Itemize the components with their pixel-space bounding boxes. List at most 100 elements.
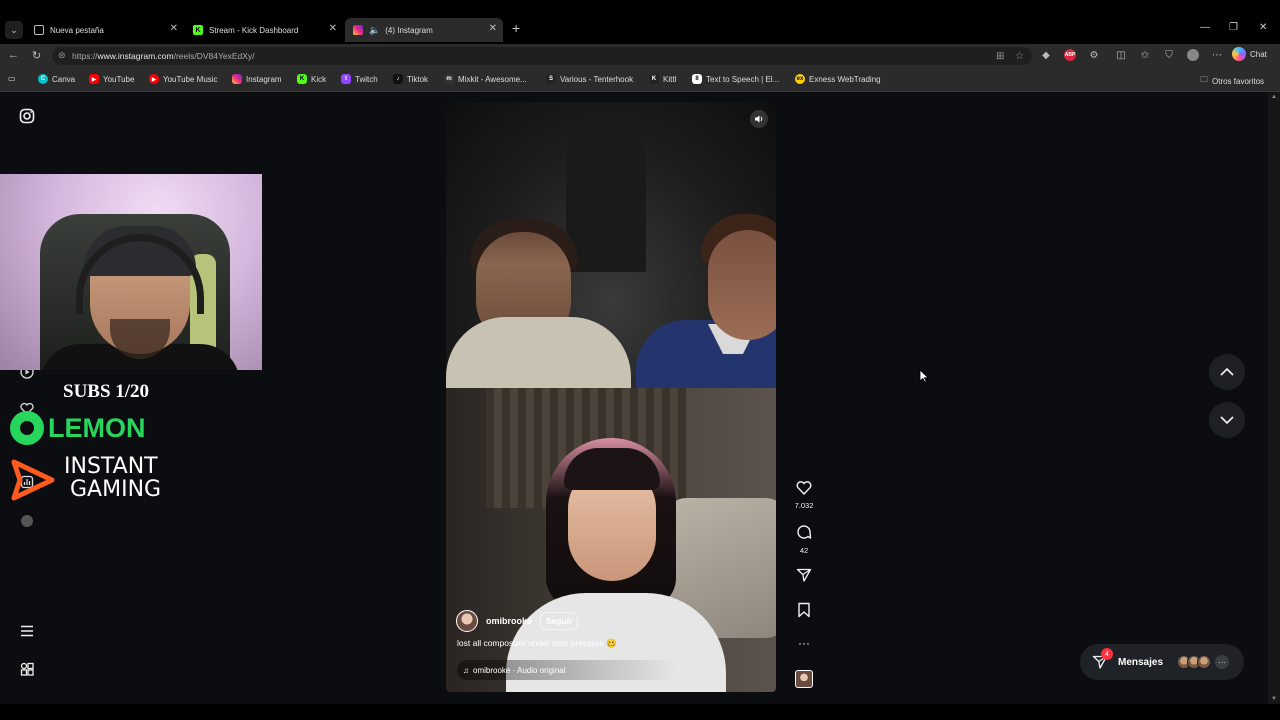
adblock-plus-icon[interactable]: ABP <box>1064 49 1076 61</box>
chevron-down-icon <box>1220 416 1234 424</box>
split-screen-icon[interactable]: ◫ <box>1115 49 1127 61</box>
messenger-icon: 4 <box>1092 648 1113 670</box>
restore-icon[interactable]: ❐ <box>1229 22 1238 33</box>
author-avatar[interactable] <box>456 610 478 632</box>
minimize-icon[interactable]: — <box>1200 22 1210 33</box>
mouse-cursor-icon <box>919 369 929 388</box>
bookmark-canva[interactable]: C Canva <box>38 74 75 84</box>
extension-diamond-icon[interactable]: ◆ <box>1040 49 1052 61</box>
chat-label: Chat <box>1250 49 1267 59</box>
profile-avatar[interactable] <box>1187 49 1199 61</box>
instagram-icon <box>353 25 363 35</box>
other-favorites[interactable]: 🗀 Otros favoritos <box>1200 74 1264 88</box>
messages-button[interactable]: 4 Mensajes ··· <box>1080 644 1244 680</box>
save-button[interactable] <box>790 602 818 623</box>
more-menu-icon[interactable] <box>18 622 36 640</box>
copilot-chat-button[interactable]: Chat <box>1232 47 1267 61</box>
settings-more-icon[interactable]: ⋯ <box>1211 49 1223 61</box>
reload-icon[interactable]: ↻ <box>32 49 41 62</box>
bookmark-youtube[interactable]: ▶ YouTube <box>89 74 134 84</box>
volume-icon[interactable] <box>750 110 768 128</box>
webcam-overlay <box>0 174 262 370</box>
close-tab-icon[interactable]: ✕ <box>170 23 178 34</box>
scroll-up-icon[interactable]: ▲ <box>1271 94 1277 100</box>
canva-icon: C <box>38 74 48 84</box>
like-button[interactable]: 7.032 <box>790 481 818 510</box>
bookmark-kick[interactable]: K Kick <box>297 74 326 84</box>
mixkit-icon: m <box>444 74 454 84</box>
tab-actions-icon[interactable]: ▭ <box>8 74 16 83</box>
elevenlabs-icon: II <box>692 74 702 84</box>
messages-label: Mensajes <box>1118 656 1164 668</box>
next-reel-button[interactable] <box>1209 402 1245 438</box>
more-options-icon[interactable]: ··· <box>790 636 818 650</box>
comment-icon <box>797 525 812 539</box>
favorite-star-icon[interactable]: ☆ <box>1015 51 1024 62</box>
bookmark-exness[interactable]: ex Exness WebTrading <box>795 74 881 84</box>
comment-button[interactable]: 42 <box>790 524 818 555</box>
kick-icon: K <box>297 74 307 84</box>
close-window-icon[interactable]: ✕ <box>1259 22 1267 33</box>
close-tab-icon[interactable]: ✕ <box>489 23 497 34</box>
reel-top-clip <box>446 102 776 400</box>
profile-nav-avatar[interactable] <box>18 512 36 530</box>
instant-gaming-text: INSTANT GAMING <box>64 454 162 502</box>
also-from-meta-icon[interactable] <box>18 660 36 678</box>
app-available-icon[interactable]: ⊞ <box>996 51 1004 62</box>
bookmark-tiktok[interactable]: ♪ Tiktok <box>393 74 428 84</box>
bookmark-twitch[interactable]: t Twitch <box>341 74 378 84</box>
bookmark-mixkit[interactable]: m Mixkit - Awesome... <box>444 74 527 84</box>
instagram-icon <box>232 74 242 84</box>
youtube-music-icon: ▶ <box>149 74 159 84</box>
bookmark-kittl[interactable]: K Kittl <box>649 74 676 84</box>
follow-button[interactable]: Seguir <box>540 612 579 630</box>
back-icon[interactable]: ← <box>8 49 19 61</box>
tab-title: (4) Instagram <box>385 25 433 35</box>
copilot-icon <box>1232 47 1246 61</box>
reel-video[interactable]: omibrooke Seguir lost all composure unde… <box>446 102 776 692</box>
tab-search-button[interactable]: ⌄ <box>5 21 23 39</box>
previous-reel-button[interactable] <box>1209 354 1245 390</box>
reel-audio-link[interactable]: ♫ omibrooke · Audio original <box>457 660 677 680</box>
taskbar-strip <box>0 704 1280 720</box>
tab-new-tab[interactable]: Nueva pestaña ✕ <box>26 18 184 42</box>
twitch-icon: t <box>341 74 351 84</box>
favorites-icon[interactable]: ✩ <box>1139 49 1151 61</box>
exness-icon: ex <box>795 74 805 84</box>
bookmark-instagram[interactable]: Instagram <box>232 74 282 84</box>
address-bar[interactable]: ⊜ https://www.instagram.com/reels/DV84Ye… <box>52 47 1032 65</box>
music-note-icon: ♫ <box>463 665 469 675</box>
like-count: 7.032 <box>794 501 814 510</box>
instagram-logo-icon[interactable] <box>18 107 36 125</box>
send-icon <box>796 568 812 582</box>
site-info-icon[interactable]: ⊜ <box>58 50 66 61</box>
tab-audio-icon[interactable]: 🔈 <box>369 25 380 36</box>
reel-caption[interactable]: lost all composure under zero pressure 🥴 <box>457 638 617 649</box>
new-tab-icon <box>34 25 44 35</box>
kick-icon: K <box>193 25 203 35</box>
bookmark-text-to-speech[interactable]: II Text to Speech | El... <box>692 74 779 84</box>
author-username[interactable]: omibrooke <box>486 616 532 626</box>
bookmark-tenterhook[interactable]: S Various - Tenterhook <box>546 74 633 84</box>
tenterhook-icon: S <box>546 74 556 84</box>
bookmark-youtube-music[interactable]: ▶ YouTube Music <box>149 74 218 84</box>
audio-label: omibrooke · Audio original <box>473 665 566 675</box>
heart-icon <box>796 481 812 496</box>
page-scrollbar[interactable]: ▲ ▼ <box>1268 92 1280 704</box>
tab-kick-dashboard[interactable]: K Stream - Kick Dashboard ✕ <box>185 18 343 42</box>
bookmark-icon <box>798 602 810 618</box>
close-tab-icon[interactable]: ✕ <box>329 23 337 34</box>
tab-instagram[interactable]: 🔈 (4) Instagram ✕ <box>345 18 503 42</box>
scroll-down-icon[interactable]: ▼ <box>1271 696 1277 702</box>
browser-essentials-icon[interactable]: ⛉ <box>1163 49 1175 61</box>
share-button[interactable] <box>790 567 818 588</box>
audio-thumbnail[interactable] <box>795 670 813 688</box>
tab-title: Nueva pestaña <box>50 25 104 35</box>
toolbar: ← ↻ ⊜ https://www.instagram.com/reels/DV… <box>0 44 1280 68</box>
youtube-icon: ▶ <box>89 74 99 84</box>
new-tab-button[interactable]: + <box>512 20 520 36</box>
lemon-sponsor-logo: LEMON <box>10 411 146 445</box>
extensions-icon[interactable]: ⚙ <box>1088 49 1100 61</box>
tab-strip: ⌄ Nueva pestaña ✕ K Stream - Kick Dashbo… <box>0 0 1280 44</box>
instant-gaming-logo-icon <box>10 458 56 507</box>
